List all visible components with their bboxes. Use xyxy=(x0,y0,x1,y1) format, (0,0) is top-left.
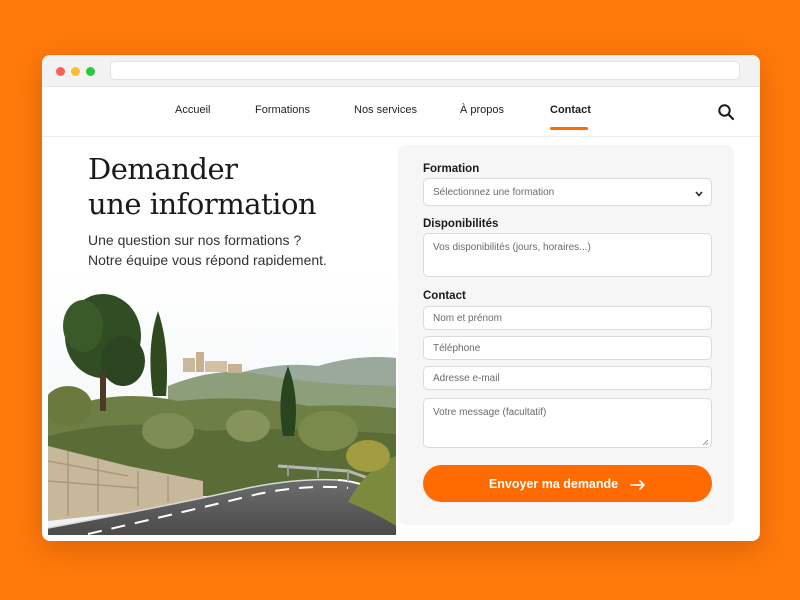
name-field[interactable]: Nom et prénom xyxy=(423,306,712,330)
message-field[interactable]: Votre message (facultatif) xyxy=(423,398,712,448)
nav-item-accueil[interactable]: Accueil xyxy=(175,104,210,116)
page-subtitle: Une question sur nos formations ? Notre … xyxy=(88,230,388,270)
contact-label: Contact xyxy=(423,290,466,302)
disponibilites-placeholder: Vos disponibilités (jours, horaires...) xyxy=(433,242,591,253)
close-window-button[interactable] xyxy=(56,67,65,76)
subtitle-line-1: Une question sur nos formations ? xyxy=(88,232,302,248)
name-placeholder: Nom et prénom xyxy=(433,312,502,324)
formation-select[interactable]: Sélectionnez une formation xyxy=(423,178,712,206)
chevron-down-icon xyxy=(695,189,703,197)
page-title: Demander une information xyxy=(88,152,388,222)
browser-window: Accueil Formations Nos services À propos… xyxy=(42,55,760,541)
landscape-road-image xyxy=(48,266,396,535)
search-icon[interactable] xyxy=(717,103,735,121)
page-title-line-1: Demander xyxy=(88,152,238,186)
phone-field[interactable]: Téléphone xyxy=(423,336,712,360)
disponibilites-label: Disponibilités xyxy=(423,218,499,230)
nav-item-contact[interactable]: Contact xyxy=(550,104,591,116)
formation-label: Formation xyxy=(423,163,480,175)
message-placeholder: Votre message (facultatif) xyxy=(433,407,547,418)
phone-placeholder: Téléphone xyxy=(433,342,481,354)
active-nav-indicator xyxy=(550,127,588,130)
maximize-window-button[interactable] xyxy=(86,67,95,76)
disponibilites-field[interactable]: Vos disponibilités (jours, horaires...) xyxy=(423,233,712,277)
browser-chrome xyxy=(42,55,760,87)
email-placeholder: Adresse e-mail xyxy=(433,372,500,384)
nav-item-a-propos[interactable]: À propos xyxy=(460,104,504,116)
address-bar[interactable] xyxy=(110,61,740,80)
page-title-line-2: une information xyxy=(88,187,317,221)
information-request-form: Formation Sélectionnez une formation Dis… xyxy=(398,145,734,525)
hero-panel: Demander une information Une question su… xyxy=(48,138,396,535)
resize-handle-icon[interactable] xyxy=(702,438,709,446)
minimize-window-button[interactable] xyxy=(71,67,80,76)
nav-item-formations[interactable]: Formations xyxy=(255,104,310,116)
email-field[interactable]: Adresse e-mail xyxy=(423,366,712,390)
submit-button-label: Envoyer ma demande xyxy=(488,476,619,491)
formation-select-value: Sélectionnez une formation xyxy=(433,186,555,198)
arrow-right-icon xyxy=(630,479,646,490)
top-navigation: Accueil Formations Nos services À propos… xyxy=(42,87,760,137)
nav-item-nos-services[interactable]: Nos services xyxy=(354,104,417,116)
submit-button[interactable]: Envoyer ma demande xyxy=(423,465,712,502)
